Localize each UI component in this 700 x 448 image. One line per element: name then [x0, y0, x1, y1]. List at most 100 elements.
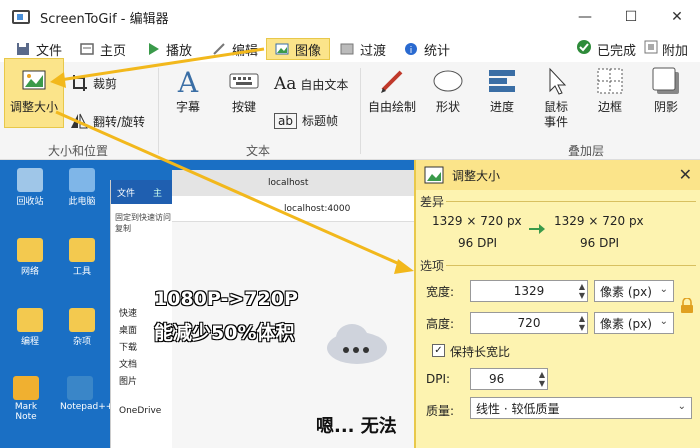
progress-button[interactable]: 进度: [480, 66, 524, 115]
edit-icon: [212, 42, 226, 56]
info-icon: i: [404, 42, 418, 56]
svg-text:A: A: [177, 66, 199, 96]
title-frame-icon: ab: [274, 112, 297, 129]
spinner-icon[interactable]: ▲ ▼: [579, 314, 585, 332]
check-icon: [576, 39, 592, 59]
height-unit-select[interactable]: 像素 (px) ⌄: [594, 312, 674, 334]
border-button[interactable]: 边框: [588, 66, 632, 115]
dpi-input[interactable]: 96 ▲ ▼: [470, 368, 548, 390]
width-label: 宽度:: [426, 285, 455, 299]
ellipse-icon: [433, 70, 463, 92]
keyboard-icon: [229, 73, 259, 89]
mouse-events-button[interactable]: 鼠标 事件: [534, 66, 578, 130]
desktop-icon: 回收站: [10, 168, 50, 207]
free-draw-button[interactable]: 自由绘制: [364, 66, 420, 115]
spinner-icon[interactable]: ▲ ▼: [579, 282, 585, 300]
overlay-text-line1: 1080P->720P: [154, 288, 298, 310]
border-icon: [597, 68, 623, 94]
tab-play[interactable]: 播放: [146, 38, 192, 60]
resize-panel: 调整大小 ✕ 差异 1329 × 720 px 96 DPI 1329 × 72…: [414, 160, 700, 448]
new-dpi: 96 DPI: [580, 236, 620, 250]
svg-text:i: i: [410, 46, 413, 56]
desktop-icon: 工具: [62, 238, 102, 277]
width-input[interactable]: 1329 ▲ ▼: [470, 280, 588, 302]
diff-section-title: 差异: [420, 195, 445, 209]
ribbon: 调整大小 裁剪 翻转/旋转 大小和位置 A 字幕 按键 Aa 自由文本 ab 标…: [0, 58, 700, 160]
panel-header: 调整大小 ✕: [416, 160, 700, 190]
quality-select[interactable]: 线性 · 较低质量 ⌄: [470, 397, 692, 419]
flip-icon: [71, 113, 88, 129]
keep-ratio-checkbox[interactable]: ✓: [432, 344, 445, 357]
resize-icon: [424, 166, 444, 184]
group-overlay-label: 叠加层: [568, 144, 605, 158]
tab-transition[interactable]: 过渡: [340, 38, 386, 60]
height-input[interactable]: 720 ▲ ▼: [470, 312, 588, 334]
original-dpi: 96 DPI: [458, 236, 498, 250]
free-text-button[interactable]: Aa 自由文本: [274, 74, 348, 94]
height-label: 高度:: [426, 317, 455, 331]
progress-icon: [489, 70, 515, 92]
done-button[interactable]: 已完成: [576, 38, 636, 60]
attach-icon: [644, 40, 658, 58]
shadow-icon: [652, 67, 679, 94]
arrow-right-icon: [528, 222, 546, 239]
close-icon[interactable]: ✕: [679, 165, 692, 184]
tab-home[interactable]: 主页: [80, 38, 126, 60]
tab-statistics[interactable]: i 统计: [404, 38, 450, 60]
tab-file[interactable]: 文件: [16, 38, 62, 60]
desktop-icon: Notepad++: [60, 376, 113, 412]
maximize-button[interactable]: ☐: [608, 0, 654, 34]
desktop-icon: 编程: [10, 308, 50, 347]
tab-edit[interactable]: 编辑: [212, 38, 258, 60]
preview-canvas: 回收站 此电脑 网络 工具 编程 杂项 Mark Note Notepad++ …: [0, 160, 414, 448]
free-text-icon: Aa: [274, 74, 297, 94]
title-bar: ScreenToGif - 编辑器 — ☐ ✕: [0, 0, 700, 34]
cloud-icon: [322, 320, 392, 373]
desktop-icon: 杂项: [62, 308, 102, 347]
new-size: 1329 × 720 px: [554, 214, 644, 228]
transition-icon: [340, 42, 354, 56]
flip-rotate-button[interactable]: 翻转/旋转: [70, 112, 145, 130]
play-icon: [146, 42, 160, 56]
app-icon: [12, 10, 30, 24]
pen-icon: [381, 70, 403, 93]
desktop-icon: 网络: [10, 238, 50, 277]
keep-ratio-label: 保持长宽比: [450, 345, 511, 359]
quality-label: 质量:: [426, 404, 455, 418]
shadow-button[interactable]: 阴影: [644, 66, 688, 115]
shape-button[interactable]: 形状: [426, 66, 470, 115]
crop-button[interactable]: 裁剪: [70, 74, 117, 92]
resize-button[interactable]: 调整大小: [4, 66, 64, 115]
crop-icon: [71, 75, 87, 91]
close-button[interactable]: ✕: [654, 0, 700, 34]
home-icon: [80, 42, 94, 56]
chevron-down-icon: ⌄: [659, 316, 668, 327]
group-text-label: 文本: [246, 144, 271, 158]
image-icon: [275, 42, 289, 56]
keys-button[interactable]: 按键: [222, 66, 266, 115]
overlay-text-line2: 能减少50%体积: [154, 322, 295, 344]
chevron-down-icon: ⌄: [677, 401, 686, 412]
dpi-label: DPI:: [426, 372, 451, 386]
resize-icon: [22, 70, 46, 90]
attach-button[interactable]: 附加: [644, 38, 688, 60]
minimize-button[interactable]: —: [562, 0, 608, 34]
spinner-icon[interactable]: ▲ ▼: [539, 370, 545, 388]
caption-icon: A: [177, 66, 199, 96]
width-unit-select[interactable]: 像素 (px) ⌄: [594, 280, 674, 302]
lock-icon[interactable]: [680, 297, 694, 317]
group-size-label: 大小和位置: [48, 144, 109, 158]
explorer-window: 文件主 固定到快速访问 复制 快速 桌面 下载 文档 图片 OneDrive: [110, 180, 178, 448]
options-section-title: 选项: [420, 259, 445, 273]
chevron-down-icon: ⌄: [659, 284, 668, 295]
tab-image[interactable]: 图像: [266, 38, 331, 60]
save-icon: [16, 42, 30, 56]
title-frame-button[interactable]: ab 标题帧: [274, 112, 338, 129]
desktop-icon: Mark Note: [6, 376, 46, 422]
original-size: 1329 × 720 px: [432, 214, 522, 228]
window-title: ScreenToGif - 编辑器: [40, 11, 169, 27]
cursor-icon: [549, 67, 567, 95]
caption-button[interactable]: A 字幕: [166, 66, 210, 115]
desktop-icon: 此电脑: [62, 168, 102, 207]
ribbon-tabs: 文件 主页 播放 编辑 图像 过渡 i 统计 已完成 附加: [0, 34, 700, 62]
